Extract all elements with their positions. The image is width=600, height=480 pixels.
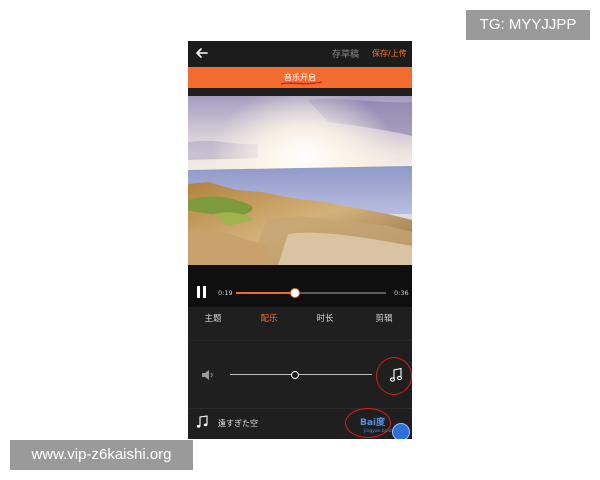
music-note-icon <box>196 415 208 428</box>
tab-duration[interactable]: 时长 <box>305 312 345 324</box>
tab-soundtrack[interactable]: 配乐 <box>249 312 289 324</box>
progress-track[interactable] <box>236 288 386 298</box>
volume-thumb[interactable] <box>291 371 300 379</box>
progress-thumb[interactable] <box>289 288 300 298</box>
volume-slider[interactable] <box>230 371 372 379</box>
music-on-banner: 音乐开启 <box>188 67 412 88</box>
total-time: 0:36 <box>394 289 409 297</box>
pause-icon[interactable] <box>196 286 206 298</box>
save-draft-button[interactable]: 存草稿 <box>332 47 359 60</box>
watermark-top: TG: MYYJJPP <box>466 10 590 40</box>
red-circle-annotation <box>376 357 412 395</box>
watermark-bottom: www.vip-z6kaishi.org <box>10 440 193 470</box>
red-underline-annotation <box>280 81 323 85</box>
player-controls <box>188 265 412 311</box>
phone-screen: 存草稿 保存/上传 音乐开启 0:19 0:36 主题 配乐 时长 剪辑 遠すぎ… <box>188 41 412 439</box>
red-circle-annotation <box>345 408 391 438</box>
save-upload-button[interactable]: 保存/上传 <box>372 48 407 59</box>
tab-edit[interactable]: 剪辑 <box>364 312 404 324</box>
video-preview[interactable] <box>188 96 412 265</box>
divider <box>188 340 412 341</box>
progress-fill <box>236 292 295 294</box>
tab-theme[interactable]: 主题 <box>193 312 233 324</box>
edit-tabs: 主题 配乐 时长 剪辑 <box>188 307 412 347</box>
speaker-icon[interactable] <box>200 368 214 382</box>
current-time: 0:19 <box>218 289 233 297</box>
baidu-badge-icon <box>392 423 410 439</box>
top-bar: 存草稿 保存/上传 <box>188 41 412 66</box>
selected-track-name[interactable]: 遠すぎた空 <box>218 418 258 429</box>
back-arrow-icon[interactable] <box>195 46 209 60</box>
